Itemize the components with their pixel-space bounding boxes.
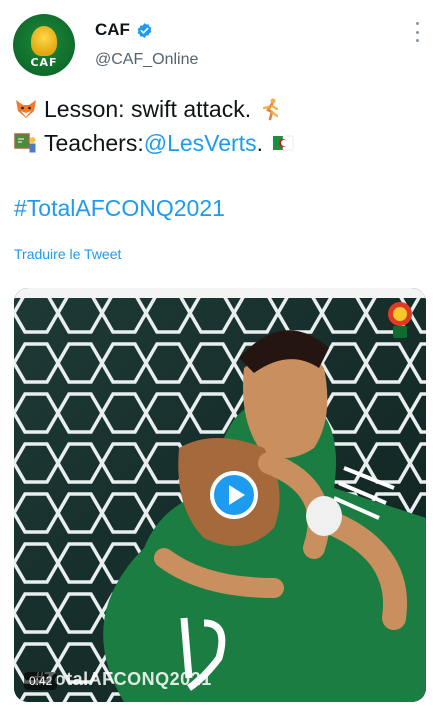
- name-row: CAF: [95, 20, 153, 40]
- trophy-icon: [31, 26, 57, 56]
- tweet-line-2: Teachers: @LesVerts .: [14, 126, 424, 160]
- running-person-emoji-icon: [262, 98, 279, 121]
- period-text: .: [256, 130, 263, 156]
- video-player[interactable]: #TotalAFCONQ2021 0:42: [14, 288, 426, 702]
- tweet-line-1: Lesson: swift attack.: [14, 92, 424, 126]
- verified-badge-icon: [137, 22, 152, 38]
- tweet-text: Lesson: swift attack. Teachers: @LesVert…: [14, 92, 424, 160]
- video-duration-badge: 0:42: [24, 672, 58, 690]
- display-name[interactable]: CAF: [95, 20, 130, 40]
- afcon-logo-icon: [388, 302, 412, 338]
- more-dot: [415, 22, 419, 25]
- translate-tweet-link[interactable]: Traduire le Tweet: [14, 246, 121, 262]
- play-icon[interactable]: [210, 471, 258, 519]
- handle[interactable]: @CAF_Online: [95, 51, 198, 69]
- video-overlay-hashtag: #TotalAFCONQ2021: [34, 669, 212, 689]
- mention-link[interactable]: @LesVerts: [144, 126, 257, 160]
- blackboard-emoji-icon: [14, 133, 36, 153]
- fox-emoji-icon: [16, 100, 36, 118]
- more-dot: [415, 30, 419, 34]
- algeria-flag-emoji-icon: [272, 135, 294, 151]
- lesson-text: Lesson: swift attack.: [44, 96, 252, 122]
- more-options-icon[interactable]: [414, 22, 420, 42]
- teachers-text: Teachers:: [44, 130, 144, 156]
- avatar-caf-label: CAF: [30, 56, 58, 69]
- more-dot: [415, 39, 419, 42]
- avatar[interactable]: CAF: [13, 14, 75, 76]
- hashtag-link[interactable]: #TotalAFCONQ2021: [14, 195, 225, 222]
